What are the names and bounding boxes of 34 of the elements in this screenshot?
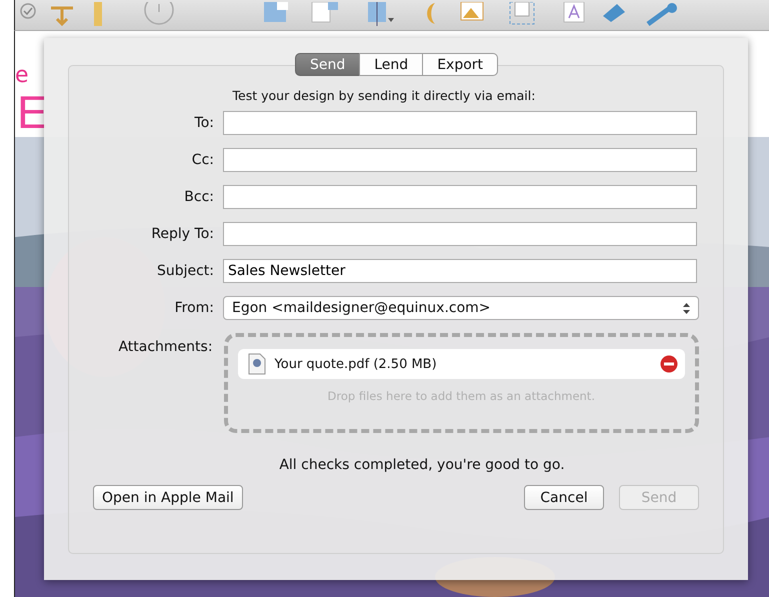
input-field[interactable] (223, 148, 697, 172)
field-label: Bcc: (183, 189, 214, 205)
input-field[interactable] (223, 185, 697, 209)
design-text: e (15, 65, 29, 87)
layout-icon[interactable] (263, 2, 289, 24)
attachment-row[interactable]: Your quote.pdf (2.50 MB) (238, 349, 685, 379)
field-label: Cc: (190, 152, 214, 168)
clock-icon[interactable] (143, 2, 175, 26)
dialog-button[interactable]: Cancel (524, 485, 604, 510)
columns-icon[interactable] (367, 2, 395, 26)
input-field[interactable] (223, 222, 697, 246)
tab[interactable]: Export (422, 53, 498, 76)
field-label: Subject: (156, 263, 214, 279)
remove-icon[interactable] (660, 355, 678, 373)
input-field[interactable] (223, 111, 697, 135)
tab[interactable]: Send (294, 53, 360, 76)
field-label: To: (194, 115, 214, 131)
tab[interactable]: Lend (359, 53, 424, 76)
from-popup[interactable]: Egon <maildesigner@equinux.com> (223, 296, 699, 320)
stepper-icon (683, 302, 690, 314)
frame-icon[interactable] (507, 2, 537, 26)
checkmark-icon[interactable] (19, 2, 37, 20)
open-mail-button[interactable]: Open in Apple Mail (93, 485, 243, 510)
input-field[interactable]: Sales Newsletter (223, 259, 697, 283)
field-label: Reply To: (150, 226, 214, 242)
field-label: Attachments: (117, 339, 213, 355)
design-heading: E (17, 89, 48, 135)
file-name: Your quote.pdf (2.50 MB) (274, 356, 437, 372)
intro-text: Test your design by sending it directly via email: (232, 88, 536, 103)
status-text: All checks completed, you're good to go. (278, 457, 566, 473)
text-icon[interactable] (563, 2, 585, 24)
page-icon[interactable] (311, 2, 339, 24)
field-label: From: (174, 300, 214, 316)
pdf-file-icon (248, 353, 266, 375)
